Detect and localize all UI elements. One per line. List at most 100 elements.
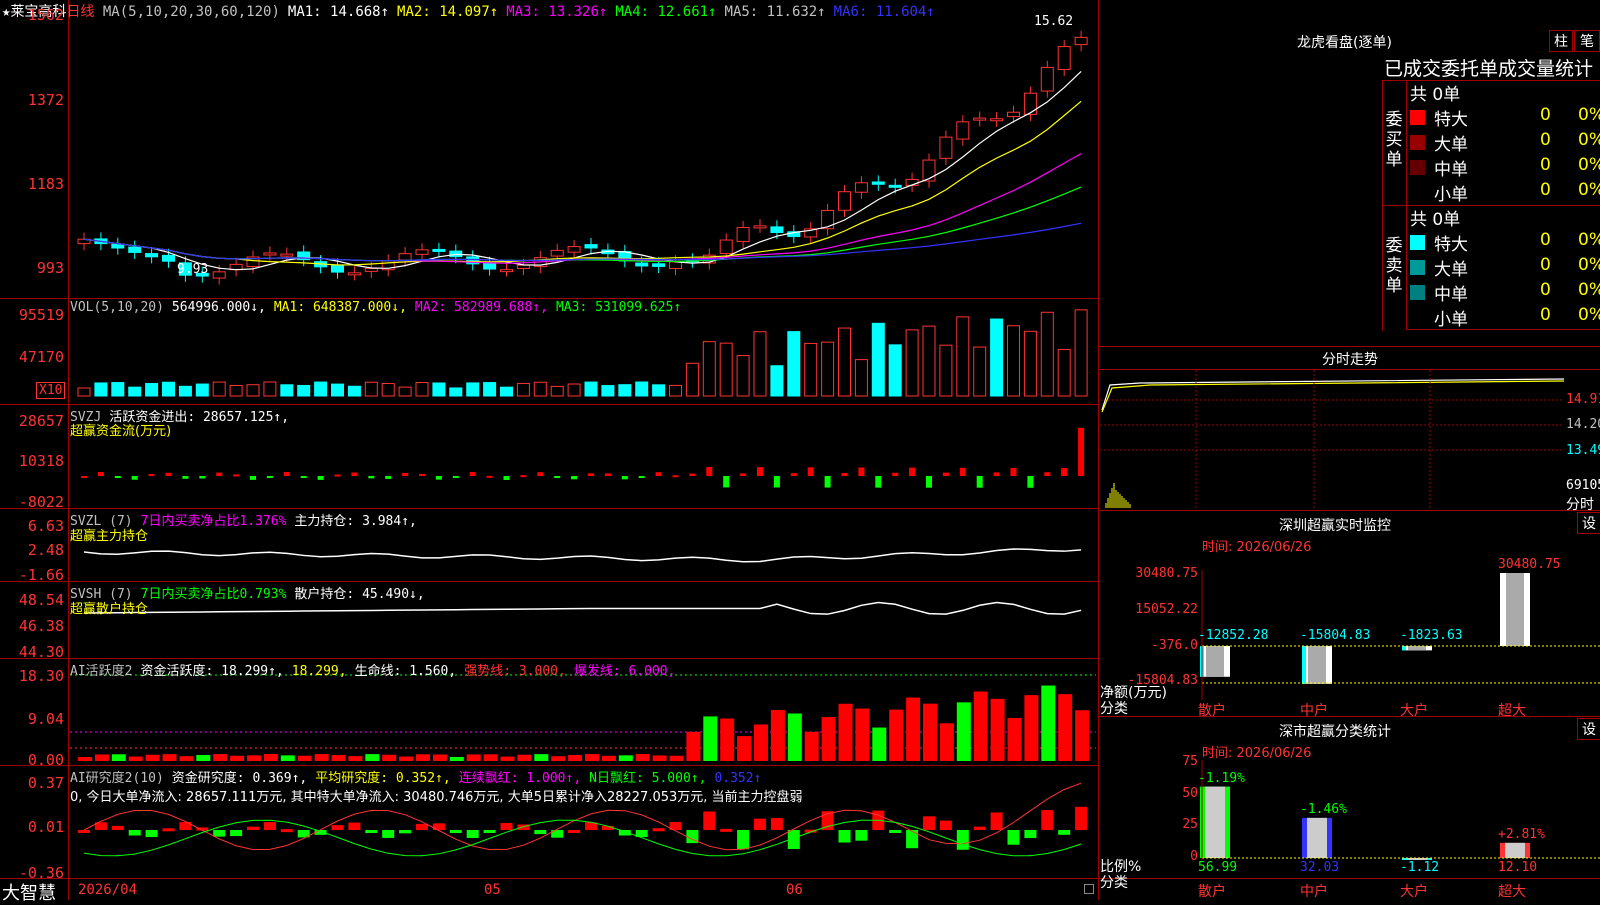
buy-total: 共 0单: [1410, 85, 1461, 105]
legend-item: 0.352↑: [714, 771, 762, 786]
kline-chart[interactable]: [0, 0, 1100, 900]
ss-settings-button[interactable]: 设: [1577, 718, 1600, 740]
chart-mark: [926, 476, 932, 488]
chart-mark: [233, 474, 240, 477]
main-header: ★莱宝高科日线 MA(5,10,20,30,60,120) MA1: 14.668…: [2, 1, 943, 21]
svzl-title: 超赢主力持仓: [70, 529, 149, 544]
y-tick: 1372: [27, 91, 64, 109]
sz-bar-label: 30480.75: [1498, 557, 1561, 572]
period-label[interactable]: 日线: [66, 4, 94, 20]
chart-mark: [145, 754, 160, 761]
chart-mark: [145, 253, 159, 258]
ai2-summary: 0, 今日大单净流入: 28657.111万元, 其中特大单净流入: 30480…: [70, 790, 803, 805]
y-tick: 1183: [27, 175, 64, 193]
chart-mark: [483, 754, 498, 761]
chart-mark: [247, 755, 261, 761]
sz-bar-inner: [1408, 646, 1426, 651]
chart-mark: [145, 830, 158, 838]
row-count: 0: [1540, 255, 1551, 275]
chart-mark: [449, 830, 462, 833]
color-swatch: [1410, 235, 1425, 250]
chart-mark: [1075, 710, 1090, 761]
chart-mark: [875, 476, 882, 488]
legend-item: N日飘红: 5.000↑,: [589, 771, 707, 786]
intraday-tick: 69105: [1566, 478, 1600, 493]
chart-mark: [212, 381, 226, 397]
color-swatch: [1410, 135, 1425, 150]
chart-mark: [148, 474, 155, 477]
chart-mark: [415, 382, 429, 397]
low-label: 9.93: [177, 262, 209, 277]
legend-item: AI活跃度2: [70, 664, 133, 679]
y-tick: 0.00: [27, 751, 64, 769]
chart-mark: [655, 472, 662, 476]
row-count: 0: [1540, 105, 1551, 125]
sz-cat-label: 散户: [1198, 703, 1226, 719]
chart-mark: [128, 756, 143, 761]
chart-mark: [246, 384, 260, 397]
color-swatch: [1410, 285, 1425, 300]
ss-cat-label: 大户: [1400, 884, 1428, 900]
chart-mark: [550, 249, 564, 257]
chart-mark: [1024, 695, 1039, 761]
chart-mark: [415, 249, 429, 255]
chart-mark: [162, 381, 175, 397]
y-tick: 75: [1182, 754, 1198, 769]
legend-item: 7日内买卖净占比1.376%: [140, 514, 287, 529]
svsh-title: 超赢散户持仓: [70, 602, 149, 617]
row-label: 中单: [1434, 160, 1468, 180]
chart-mark: [618, 384, 632, 397]
ss-bar: [1302, 817, 1332, 858]
row-label: 小单: [1434, 185, 1468, 205]
chart-mark: [78, 757, 92, 761]
y-tick: -8022: [18, 493, 64, 511]
chart-mark: [111, 754, 126, 761]
sz-settings-button[interactable]: 设: [1577, 512, 1600, 534]
chart-mark: [906, 697, 921, 761]
sz-bar-label: -15804.83: [1300, 628, 1371, 643]
chart-mark: [331, 383, 344, 397]
chart-mark: [703, 716, 718, 761]
brand-logo: 大智慧: [2, 883, 56, 904]
svzj-title: 超赢资金流(万元): [70, 424, 172, 439]
row-percent: 0%: [1578, 155, 1600, 175]
chart-mark: [196, 755, 211, 761]
legend-item: MA2: 582989.688↑,: [414, 300, 548, 315]
ss-value-label: -1.12: [1400, 860, 1440, 875]
chart-mark: [250, 476, 256, 480]
lock-icon[interactable]: [1084, 884, 1094, 894]
chart-mark: [585, 754, 599, 761]
legend-item: MA3: 531099.625↑: [555, 300, 682, 315]
chart-mark: [990, 318, 1004, 397]
y-tick: 10318: [18, 452, 64, 470]
date-tick: 2026/04: [78, 882, 138, 898]
y-tick: 1562: [27, 6, 64, 24]
y-tick: 0.01: [27, 818, 64, 836]
chart-mark: [604, 473, 611, 476]
ss-cat-label: 散户: [1198, 884, 1226, 900]
y-tick: 0: [1190, 849, 1198, 864]
legend-item: MA1: 14.668↑: [287, 4, 390, 20]
chart-mark: [83, 548, 1082, 563]
chart-mark: [601, 385, 615, 397]
chart-mark: [959, 467, 966, 476]
chart-mark: [1058, 830, 1071, 835]
chart-mark: [584, 381, 598, 397]
intraday-tick: 13.49: [1566, 443, 1600, 458]
chart-mark: [385, 476, 392, 479]
chart-mark: [297, 384, 311, 397]
chart-mark: [263, 822, 276, 830]
tab-bar[interactable]: 柱: [1549, 30, 1573, 52]
chart-mark: [1058, 694, 1073, 761]
chart-mark: [838, 830, 851, 843]
chart-mark: [990, 812, 1003, 830]
tab-detail[interactable]: 笔: [1574, 30, 1600, 52]
chart-mark: [584, 244, 598, 249]
chart-mark: [1074, 36, 1088, 46]
chart-mark: [300, 476, 307, 478]
intraday-tick: 分时: [1566, 497, 1594, 513]
ss-cat: 分类: [1100, 875, 1128, 891]
chart-mark: [838, 327, 851, 397]
chart-mark: [162, 828, 175, 832]
chart-mark: [94, 382, 108, 397]
